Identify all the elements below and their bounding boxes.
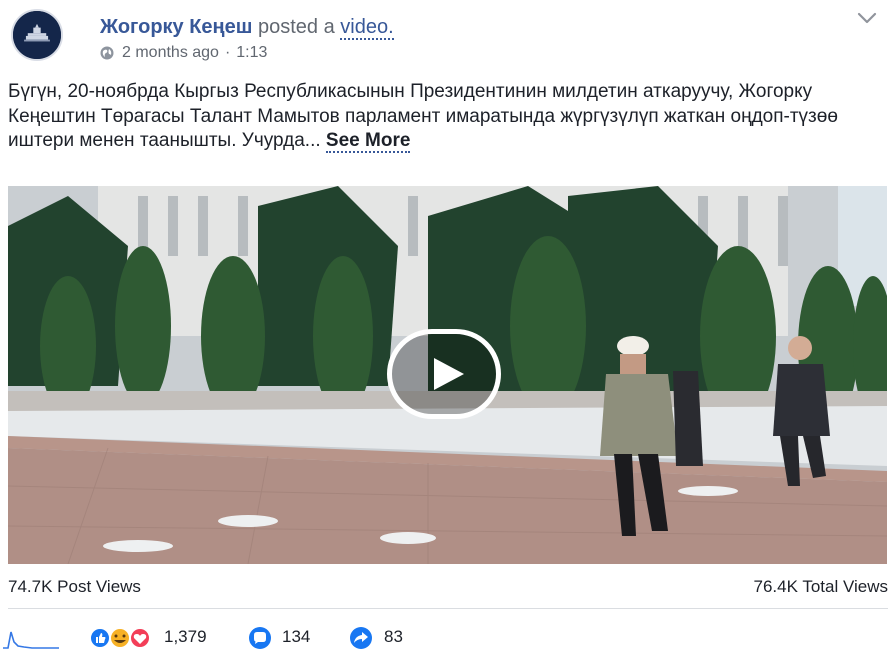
parliament-logo-icon: [13, 11, 61, 59]
play-icon: [434, 358, 464, 390]
post-views: 74.7K Post Views: [8, 577, 141, 596]
comment-icon[interactable]: [248, 626, 272, 650]
time-ago-link[interactable]: 2 months ago: [122, 44, 219, 62]
page-avatar[interactable]: [11, 9, 63, 61]
post-body: Бүгүн, 20-ноябрда Кыргыз Республикасынын…: [8, 80, 880, 154]
video-link[interactable]: video.: [340, 16, 394, 40]
total-views: 76.4K Total Views: [753, 577, 888, 596]
globe-icon[interactable]: [100, 46, 114, 60]
post-body-text: Бүгүн, 20-ноябрда Кыргыз Республикасынын…: [8, 81, 838, 151]
meta-separator: ·: [224, 44, 231, 61]
header-text: Жогорку Кеңеш posted a video. 2 months a…: [100, 14, 394, 62]
play-button[interactable]: [387, 329, 501, 419]
shares-count[interactable]: 83: [384, 627, 403, 647]
posted-label: posted a: [257, 16, 335, 38]
reactions-icon[interactable]: [88, 626, 162, 650]
post-meta: 2 months ago · 1:13: [100, 44, 394, 62]
share-icon[interactable]: [349, 626, 373, 650]
video-player[interactable]: [8, 186, 887, 564]
header-title-line: Жогорку Кеңеш posted a video.: [100, 14, 394, 40]
see-more-link[interactable]: See More: [325, 130, 411, 153]
sparkline-icon[interactable]: [2, 628, 60, 650]
post-header: Жогорку Кеңеш posted a video. 2 months a…: [8, 8, 888, 68]
page-name-link[interactable]: Жогорку Кеңеш: [100, 16, 252, 38]
chevron-down-icon[interactable]: [856, 10, 878, 26]
comments-count[interactable]: 134: [282, 627, 310, 647]
divider: [8, 608, 888, 609]
video-duration: 1:13: [236, 44, 268, 61]
reactions-count[interactable]: 1,379: [164, 627, 207, 647]
engagement-row: 1,379 134 83: [0, 624, 896, 652]
